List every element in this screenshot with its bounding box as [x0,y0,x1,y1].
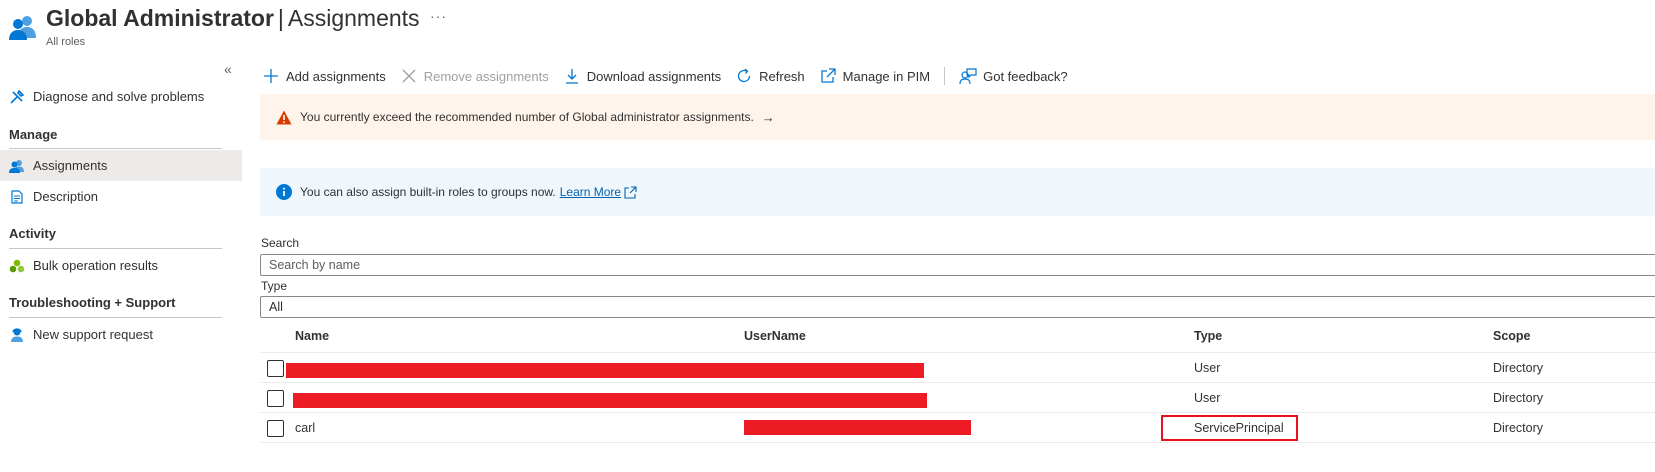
section-divider [9,317,222,318]
more-options-button[interactable]: ··· [430,8,447,24]
title-role: Global Administrator [46,5,274,31]
row-checkbox[interactable] [267,420,284,437]
warning-arrow-link[interactable]: → [762,110,775,125]
sidebar-item-label: Bulk operation results [33,258,159,273]
refresh-icon [735,67,753,85]
column-header-name[interactable]: Name [295,329,329,343]
page-header: Global Administrator | Assignments ··· All… [0,0,1655,56]
document-icon [9,189,25,205]
section-heading-manage: Manage [9,127,58,142]
section-divider [9,148,222,149]
row-checkbox[interactable] [267,360,284,377]
add-assignments-label: Add assignments [286,68,386,84]
close-icon [400,67,418,85]
sidebar-item-bulk-operation[interactable]: Bulk operation results [0,250,242,281]
scope-cell: Directory [1493,421,1544,435]
info-message: You can also assign built-in roles to gr… [300,185,556,199]
external-link-icon [819,67,837,85]
remove-assignments-label: Remove assignments [423,68,549,84]
support-person-icon [9,327,25,343]
redacted-username [744,420,971,435]
wrench-icon [9,89,25,105]
got-feedback-label: Got feedback? [983,68,1068,84]
sidebar-item-diagnose[interactable]: Diagnose and solve problems [0,81,242,112]
title-separator: | [277,5,284,31]
scope-cell: Directory [1493,391,1544,405]
sidebar-item-new-support-request[interactable]: New support request [0,319,242,350]
title-section: Assignments [287,5,420,31]
feedback-icon [959,67,977,85]
learn-more-link[interactable]: Learn More [560,185,621,199]
sidebar-item-description[interactable]: Description [0,181,242,212]
download-assignments-button[interactable]: Download assignments [563,67,721,85]
search-input[interactable]: Search by name [260,254,1655,276]
warning-message: You currently exceed the recommended num… [300,110,754,124]
sidebar-item-label: Description [33,189,99,204]
info-icon [276,184,292,200]
section-divider [9,248,222,249]
plus-icon [262,67,280,85]
refresh-button[interactable]: Refresh [735,67,805,85]
users-icon [9,158,25,174]
refresh-label: Refresh [759,68,805,84]
collapse-sidebar-button[interactable]: « [224,61,232,77]
redacted-name-username [286,363,924,378]
manage-in-pim-button[interactable]: Manage in PIM [819,67,930,85]
table-row[interactable]: carl ServicePrincipal Directory [260,413,1655,443]
page-title: Global Administrator | Assignments [46,5,420,32]
type-cell: ServicePrincipal [1194,421,1284,435]
search-label: Search [261,236,300,250]
redacted-name-username [293,393,927,408]
got-feedback-button[interactable]: Got feedback? [959,67,1068,85]
column-header-type[interactable]: Type [1194,329,1222,343]
external-link-icon [624,185,637,199]
toolbar-divider [944,67,946,85]
sidebar-item-label: New support request [33,327,153,342]
table-row[interactable]: User Directory [260,353,1655,383]
sidebar-item-label: Diagnose and solve problems [33,89,205,104]
scope-cell: Directory [1493,361,1544,375]
sidebar-item-assignments[interactable]: Assignments [0,150,242,181]
type-cell: User [1194,361,1221,375]
page-subtitle: All roles [46,36,86,48]
sidebar-item-label: Assignments [33,158,108,173]
type-cell: User [1194,391,1221,405]
type-select[interactable]: All [260,296,1655,318]
users-icon [8,14,38,40]
section-heading-troubleshooting: Troubleshooting + Support [9,295,176,310]
info-banner: You can also assign built-in roles to gr… [260,168,1655,216]
type-label: Type [261,279,288,293]
section-heading-activity: Activity [9,226,56,241]
command-bar: Add assignments Remove assignments Downl… [262,62,1082,90]
add-assignments-button[interactable]: Add assignments [262,67,386,85]
name-cell: carl [295,421,316,435]
sidebar: « Diagnose and solve problems Manage Ass… [0,56,242,472]
remove-assignments-button[interactable]: Remove assignments [400,67,549,85]
row-checkbox[interactable] [267,390,284,407]
column-header-scope[interactable]: Scope [1493,329,1531,343]
cluster-icon [9,258,25,274]
download-assignments-label: Download assignments [586,68,722,84]
column-header-username[interactable]: UserName [744,329,806,343]
download-icon [563,67,581,85]
warning-icon [276,109,292,125]
table-row[interactable]: User Directory [260,383,1655,413]
manage-in-pim-label: Manage in PIM [842,68,931,84]
warning-banner: You currently exceed the recommended num… [260,94,1655,140]
